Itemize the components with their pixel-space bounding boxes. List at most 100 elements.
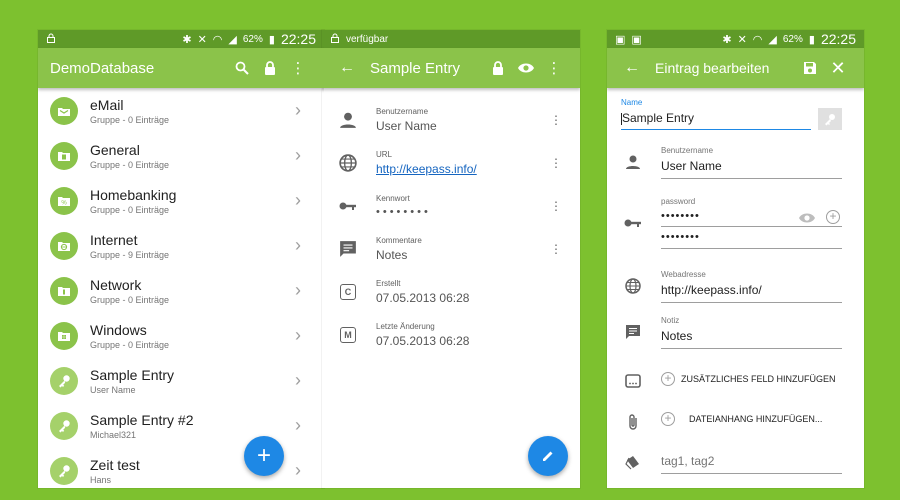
app-toolbar: ← Sample Entry ⋮ xyxy=(322,48,580,88)
note-input[interactable]: Notes xyxy=(661,325,842,349)
icon-picker-button[interactable] xyxy=(818,108,842,130)
overflow-menu-icon[interactable]: ⋮ xyxy=(540,56,568,80)
lock-icon[interactable] xyxy=(484,56,512,80)
edit-fab-button[interactable] xyxy=(528,436,568,476)
field-label: URL xyxy=(376,149,393,159)
plus-icon: + xyxy=(256,442,271,469)
field-body: URL http://keepass.info/ xyxy=(376,150,546,176)
add-fab-button[interactable]: + xyxy=(244,436,284,476)
chevron-right-icon: › xyxy=(295,190,301,210)
add-attachment-row[interactable]: + DATEIANHANG HINZUFÜGEN... xyxy=(607,402,864,442)
close-icon[interactable]: ✕ xyxy=(824,56,852,80)
field-menu-icon[interactable]: ⋮ xyxy=(546,199,566,213)
created-icon: C xyxy=(336,283,360,300)
field-value: 07.05.2013 06:28 xyxy=(376,290,470,305)
list-item[interactable]: General Gruppe - 0 Einträge › xyxy=(38,133,324,178)
add-field-row[interactable]: + ZUSÄTZLICHES FELD HINZUFÜGEN xyxy=(607,360,864,402)
name-field[interactable]: Name Sample Entry xyxy=(607,88,864,138)
list-item-subtitle: Gruppe - 0 Einträge xyxy=(90,339,170,350)
phone-group-list: ✱ ✕ ◠ ◢ 62% ▮ 22:25 DemoDatabase ⋮ eMail… xyxy=(38,30,324,488)
url-link[interactable]: http://keepass.info/ xyxy=(376,162,546,176)
password-input[interactable]: •••••••• xyxy=(661,206,781,227)
web-address-field[interactable]: Webadresse http://keepass.info/ xyxy=(607,262,864,310)
list-item-subtitle: Gruppe - 9 Einträge xyxy=(90,249,170,260)
eye-icon[interactable] xyxy=(512,56,540,80)
list-item-title: eMail xyxy=(90,96,124,113)
entry-field[interactable]: Kommentare Notes ⋮ xyxy=(322,227,580,270)
list-item[interactable]: Sample Entry #2 Michael321 › xyxy=(38,403,324,448)
list-item-text: General Gruppe - 0 Einträge xyxy=(90,142,286,170)
search-icon[interactable] xyxy=(228,56,256,80)
field-value: Notes xyxy=(376,247,408,262)
entry-field[interactable]: C Erstellt 07.05.2013 06:28 xyxy=(322,270,580,313)
password-field[interactable]: password •••••••• •••••••• + xyxy=(607,190,864,256)
lock-status-icon xyxy=(46,33,56,46)
list-item-subtitle: Gruppe - 0 Einträge xyxy=(90,204,170,215)
password-confirm-input[interactable]: •••••••• xyxy=(661,227,842,249)
bluetooth-icon: ✱ xyxy=(182,33,192,46)
bluetooth-icon: ✱ xyxy=(722,33,732,46)
generate-password-icon[interactable]: + xyxy=(826,210,840,224)
field-menu-icon[interactable]: ⋮ xyxy=(546,242,566,256)
note-field[interactable]: Notiz Notes xyxy=(607,310,864,354)
list-item-text: Windows Gruppe - 0 Einträge xyxy=(90,322,286,350)
password-label: password xyxy=(661,197,696,206)
list-item-text: eMail Gruppe - 0 Einträge xyxy=(90,97,286,125)
chevron-right-icon: › xyxy=(295,415,301,435)
field-body: Kommentare Notes xyxy=(376,236,546,262)
entry-field[interactable]: Benutzername User Name ⋮ xyxy=(322,98,580,141)
app-toolbar: DemoDatabase ⋮ xyxy=(38,48,324,88)
list-item[interactable]: Internet Gruppe - 9 Einträge › xyxy=(38,223,324,268)
entry-field[interactable]: URL http://keepass.info/⋮ xyxy=(322,141,580,184)
add-attachment-button[interactable]: DATEIANHANG HINZUFÜGEN... xyxy=(689,414,822,424)
username-input[interactable]: User Name xyxy=(661,155,842,179)
field-body: Letzte Änderung 07.05.2013 06:28 xyxy=(376,322,580,348)
tags-field[interactable]: tag1, tag2 xyxy=(607,442,864,482)
list-item[interactable]: Network Gruppe - 0 Einträge › xyxy=(38,268,324,313)
wifi-icon: ◠ xyxy=(212,33,223,46)
back-arrow-icon[interactable]: ← xyxy=(334,56,360,80)
signal-icon: ◢ xyxy=(228,33,237,46)
list-item-text: Homebanking Gruppe - 0 Einträge xyxy=(90,187,286,215)
back-arrow-icon[interactable]: ← xyxy=(619,56,645,80)
plus-icon: + xyxy=(661,372,675,386)
chevron-right-icon: › xyxy=(295,280,301,300)
comment-icon xyxy=(621,324,645,340)
mail-icon xyxy=(50,96,78,125)
lock-status-icon xyxy=(330,33,340,46)
globe-icon xyxy=(50,231,78,260)
network-icon xyxy=(50,276,78,305)
field-menu-icon[interactable]: ⋮ xyxy=(546,113,566,127)
battery-icon: ▮ xyxy=(808,33,815,46)
lock-icon[interactable] xyxy=(256,56,284,80)
key-icon xyxy=(825,114,835,126)
list-item[interactable]: Windows Gruppe - 0 Einträge › xyxy=(38,313,324,358)
add-field-button[interactable]: ZUSÄTZLICHES FELD HINZUFÜGEN xyxy=(681,374,836,384)
field-body: Benutzername User Name xyxy=(376,107,546,133)
entry-fields: Benutzername User Name ⋮ URL http://keepass.… xyxy=(322,88,580,356)
name-value: Sample Entry xyxy=(622,111,695,125)
overflow-menu-icon[interactable]: ⋮ xyxy=(284,56,312,80)
tags-input[interactable]: tag1, tag2 xyxy=(661,450,842,474)
key-icon xyxy=(50,366,78,395)
list-item-subtitle: Hans xyxy=(90,474,112,485)
username-field[interactable]: Benutzername User Name xyxy=(607,138,864,186)
list-item-title: Sample Entry #2 xyxy=(90,411,194,428)
list-item-title: Sample Entry xyxy=(90,366,175,383)
list-item[interactable]: eMail Gruppe - 0 Einträge › xyxy=(38,88,324,133)
save-icon[interactable] xyxy=(796,56,824,80)
chevron-right-icon: › xyxy=(295,460,301,480)
list-item[interactable]: Sample Entry User Name › xyxy=(38,358,324,403)
wifi-icon: ◠ xyxy=(752,33,763,46)
list-item-text: Network Gruppe - 0 Einträge xyxy=(90,277,286,305)
field-menu-icon[interactable]: ⋮ xyxy=(546,156,566,170)
name-input[interactable]: Sample Entry xyxy=(621,109,811,130)
page-title: Eintrag bearbeiten xyxy=(655,60,770,76)
eye-icon[interactable] xyxy=(798,211,816,229)
list-item[interactable]: % Homebanking Gruppe - 0 Einträge › xyxy=(38,178,324,223)
entry-field[interactable]: Kennwort •••••••• ⋮ xyxy=(322,184,580,227)
web-address-input[interactable]: http://keepass.info/ xyxy=(661,279,842,303)
entry-field[interactable]: M Letzte Änderung 07.05.2013 06:28 xyxy=(322,313,580,356)
list-item-title: Internet xyxy=(90,231,138,248)
key-icon xyxy=(621,218,645,228)
